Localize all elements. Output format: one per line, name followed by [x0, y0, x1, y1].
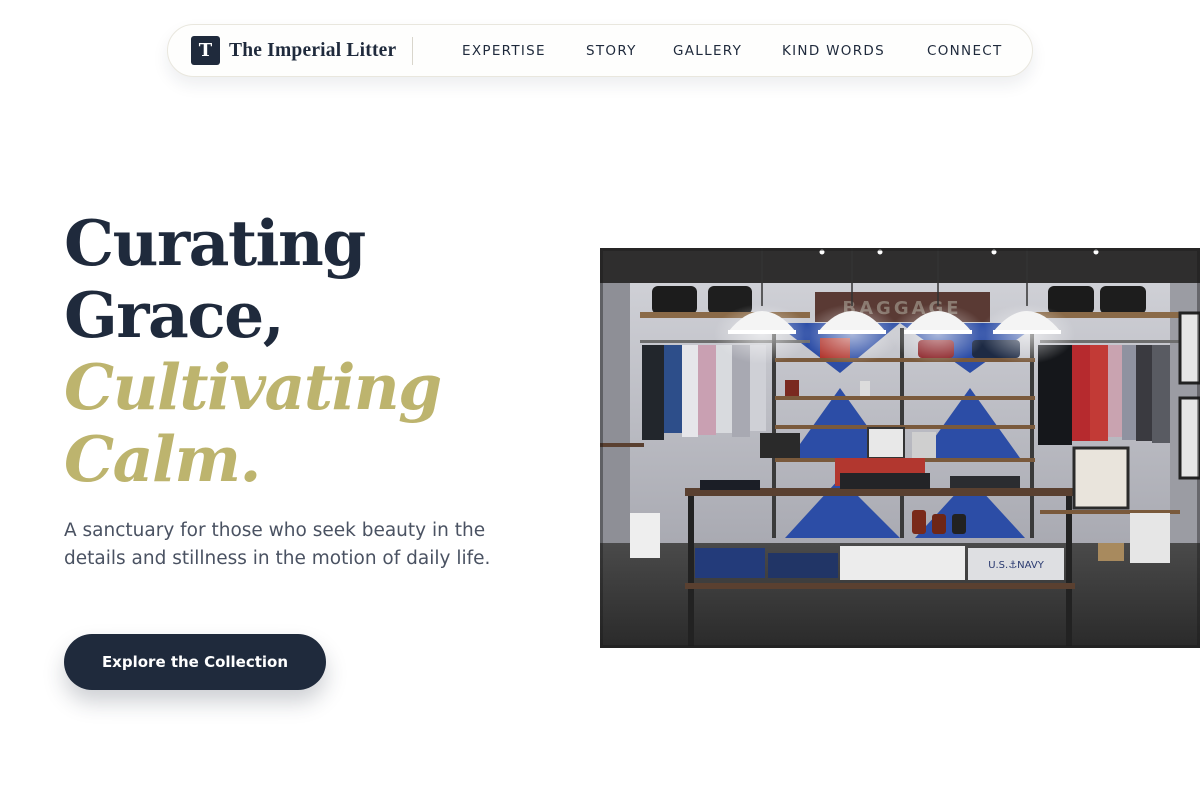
hero-title: Curating Grace, Cultivating Calm.: [64, 206, 442, 496]
navy-shirt-text: U.S.⚓NAVY: [988, 560, 1045, 571]
nav-link-story[interactable]: STORY: [586, 43, 637, 59]
brand-logo[interactable]: T: [191, 36, 220, 65]
top-navigation: T The Imperial Litter EXPERTISE STORY GA…: [167, 24, 1033, 77]
brand[interactable]: T The Imperial Litter: [168, 25, 414, 76]
hero-title-accent-line-1: Cultivating: [64, 350, 442, 424]
nav-link-expertise[interactable]: EXPERTISE: [462, 43, 546, 59]
brand-name[interactable]: The Imperial Litter: [229, 40, 396, 62]
nav-link-connect[interactable]: CONNECT: [927, 43, 1003, 59]
hero-title-accent-line-2: Calm.: [64, 422, 261, 496]
hero-subtitle: A sanctuary for those who seek beauty in…: [64, 520, 491, 569]
nav-link-kind-words[interactable]: KIND WORDS: [782, 43, 885, 59]
hero-title-line-2: Grace,: [64, 278, 285, 352]
hero-title-line-1: Curating: [64, 206, 366, 280]
nav-link-gallery[interactable]: GALLERY: [673, 43, 742, 59]
explore-collection-button[interactable]: Explore the Collection: [64, 634, 326, 690]
nav-divider: [412, 36, 414, 65]
store-interior-image: BAGGAGE U.S.⚓NAVY: [600, 248, 1200, 648]
